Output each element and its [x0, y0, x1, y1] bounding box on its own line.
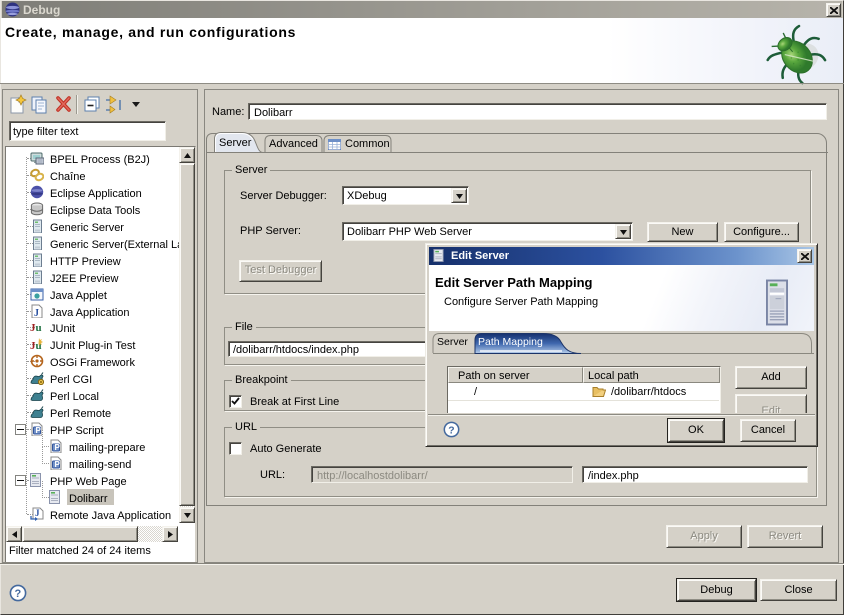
svg-text:?: ? — [448, 425, 454, 436]
svg-text:?: ? — [15, 588, 22, 600]
